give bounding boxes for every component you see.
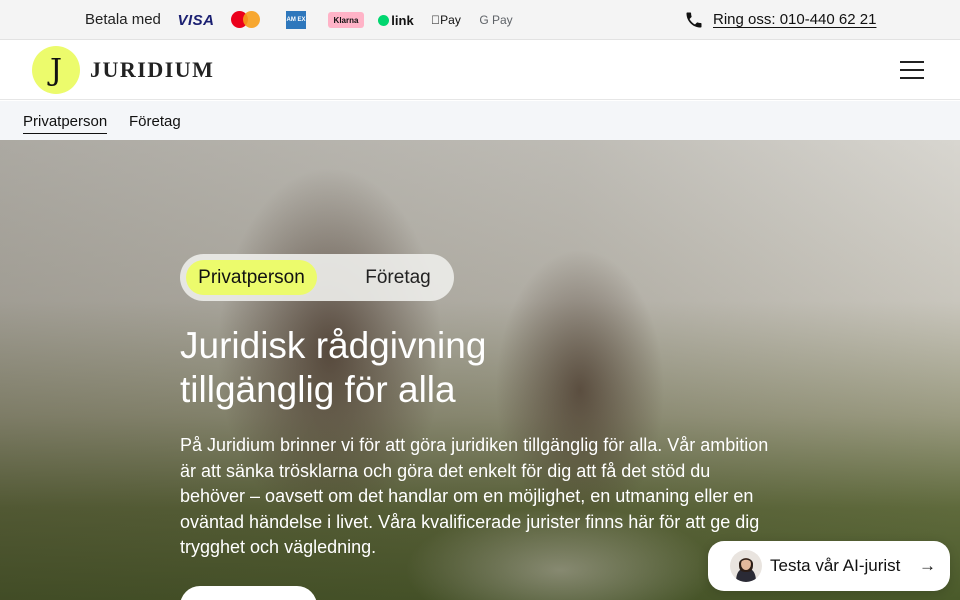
hero-cta-button[interactable] [180, 586, 317, 600]
arrow-right-icon: → [919, 556, 936, 575]
payment-topbar: Betala med VISA AM EX Klarna link Pay G… [0, 0, 960, 40]
hero-title-line-1: Juridisk rådgivning [180, 325, 487, 366]
hero-section: Privatperson Företag Juridisk rådgivning… [0, 140, 960, 600]
ai-jurist-label: Testa vår AI-jurist [770, 556, 901, 575]
link-logo-icon: link [376, 11, 416, 29]
amex-logo-icon: AM EX [286, 11, 306, 29]
brand-name[interactable]: JURIDIUM [90, 57, 214, 83]
google-pay-logo-icon: G Pay [479, 13, 513, 27]
subnav-item-foretag[interactable]: Företag [129, 113, 181, 130]
toggle-option-foretag[interactable]: Företag [348, 260, 448, 295]
hero-title: Juridisk rådgivning tillgänglig för alla [180, 324, 600, 412]
apple-pay-text: Pay [435, 13, 461, 27]
subnav-item-privatperson[interactable]: Privatperson [23, 113, 108, 134]
ai-jurist-button[interactable]: Testa vår AI-jurist → [708, 541, 950, 591]
audience-toggle: Privatperson Företag [180, 254, 454, 301]
call-us-link[interactable]: Ring oss: 010-440 62 21 [713, 11, 876, 28]
visa-logo-icon: VISA [177, 11, 215, 29]
link-logo-text: link [391, 12, 414, 28]
pay-with-label: Betala med [85, 11, 161, 28]
juridium-logo-icon[interactable]: J [32, 46, 80, 94]
hamburger-menu-icon[interactable] [898, 58, 926, 82]
hero-title-line-2: tillgänglig för alla [180, 369, 456, 410]
hero-description: På Juridium brinner vi för att göra juri… [180, 435, 769, 557]
site-header: J JURIDIUM [0, 40, 960, 100]
mastercard-logo-icon [231, 11, 261, 29]
audience-subnav: Privatperson Företag [0, 101, 960, 140]
apple-pay-logo-icon: Pay [430, 11, 462, 29]
klarna-logo-icon: Klarna [328, 12, 364, 28]
ai-jurist-avatar [730, 550, 762, 582]
toggle-option-privatperson[interactable]: Privatperson [186, 260, 317, 295]
phone-icon [686, 12, 702, 28]
